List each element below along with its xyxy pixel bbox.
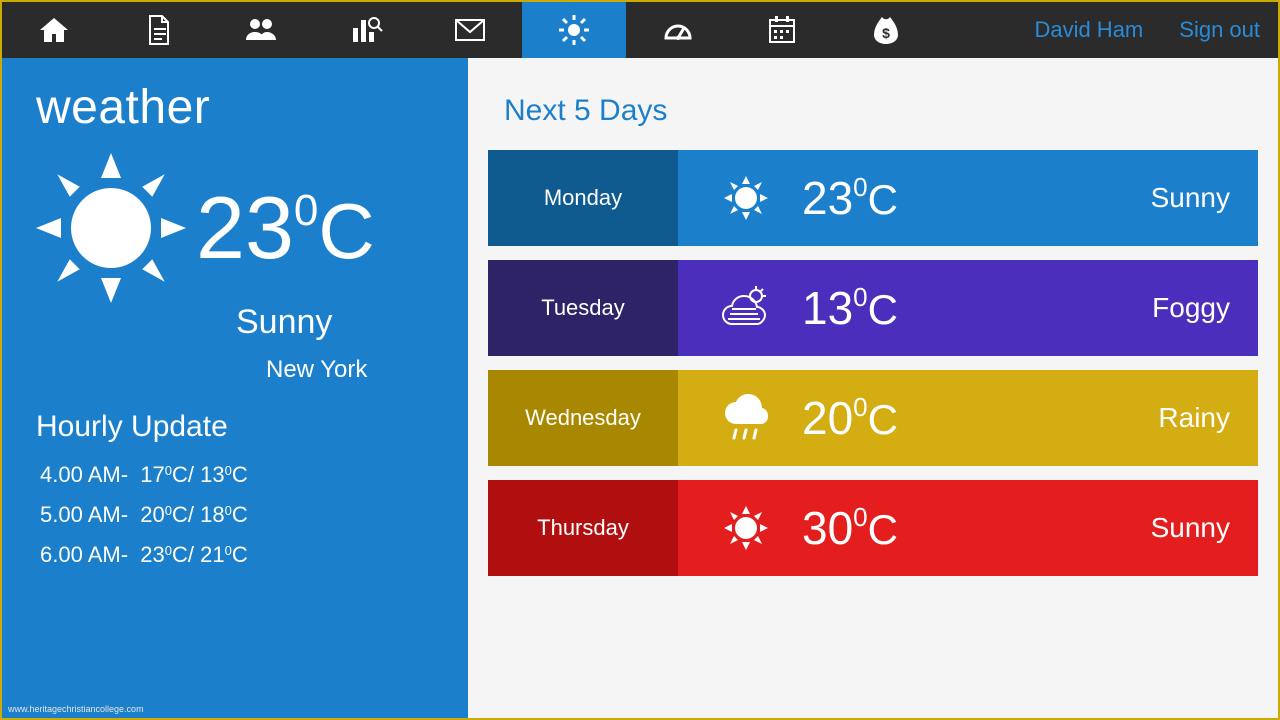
rain-icon: [706, 394, 786, 442]
forecast-condition: Foggy: [1152, 292, 1230, 324]
forecast-temp: 300C: [802, 501, 898, 555]
panel-title: weather: [36, 80, 434, 135]
forecast-day[interactable]: Tuesday 130C Foggy: [488, 260, 1258, 356]
nav-money[interactable]: [834, 2, 938, 58]
forecast-title: Next 5 Days: [504, 94, 1258, 128]
forecast-day-name: Thursday: [488, 480, 678, 576]
forecast-condition: Sunny: [1151, 182, 1230, 214]
mail-icon: [454, 14, 486, 46]
top-nav: David Ham Sign out: [2, 2, 1278, 58]
hourly-row: 6.00 AM- 230C/ 210C: [40, 542, 434, 568]
hourly-row: 4.00 AM- 170C/ 130C: [40, 462, 434, 488]
forecast-condition: Rainy: [1158, 402, 1230, 434]
sun-icon: [706, 174, 786, 222]
forecast-condition: Sunny: [1151, 512, 1230, 544]
sun-icon: [36, 153, 186, 303]
forecast-day-name: Wednesday: [488, 370, 678, 466]
forecast-day-name: Tuesday: [488, 260, 678, 356]
nav-calendar[interactable]: [730, 2, 834, 58]
current-temp: 230C: [196, 184, 375, 272]
nav-dashboard[interactable]: [626, 2, 730, 58]
sun-icon: [706, 504, 786, 552]
document-icon: [142, 14, 174, 46]
forecast-temp: 200C: [802, 391, 898, 445]
nav-document[interactable]: [106, 2, 210, 58]
nav-weather[interactable]: [522, 2, 626, 58]
fog-icon: [706, 284, 786, 332]
forecast-day-name: Monday: [488, 150, 678, 246]
calendar-icon: [766, 14, 798, 46]
forecast-temp: 230C: [802, 171, 898, 225]
nav-people[interactable]: [210, 2, 314, 58]
forecast-day[interactable]: Wednesday 200C Rainy: [488, 370, 1258, 466]
forecast-day[interactable]: Monday 230C Sunny: [488, 150, 1258, 246]
forecast-panel: Next 5 Days Monday 230C Sunny Tuesday 130C Fo…: [468, 58, 1278, 718]
forecast-day[interactable]: Thursday 300C Sunny: [488, 480, 1258, 576]
gauge-icon: [662, 14, 694, 46]
nav-mail[interactable]: [418, 2, 522, 58]
hourly-row: 5.00 AM- 200C/ 180C: [40, 502, 434, 528]
current-location: New York: [266, 356, 434, 384]
money-bag-icon: [870, 14, 902, 46]
current-weather-panel: weather 230C Sunny New York Hourly Updat…: [2, 58, 468, 718]
forecast-temp: 130C: [802, 281, 898, 335]
analytics-icon: [349, 14, 383, 46]
nav-signout[interactable]: Sign out: [1161, 2, 1278, 58]
current-condition: Sunny: [236, 303, 434, 342]
nav-user[interactable]: David Ham: [1016, 2, 1161, 58]
home-icon: [38, 14, 70, 46]
attribution: www.heritagechristiancollege.com: [8, 704, 144, 714]
nav-analytics[interactable]: [314, 2, 418, 58]
weather-icon: [558, 14, 590, 46]
people-icon: [245, 14, 279, 46]
hourly-title: Hourly Update: [36, 410, 434, 444]
nav-home[interactable]: [2, 2, 106, 58]
